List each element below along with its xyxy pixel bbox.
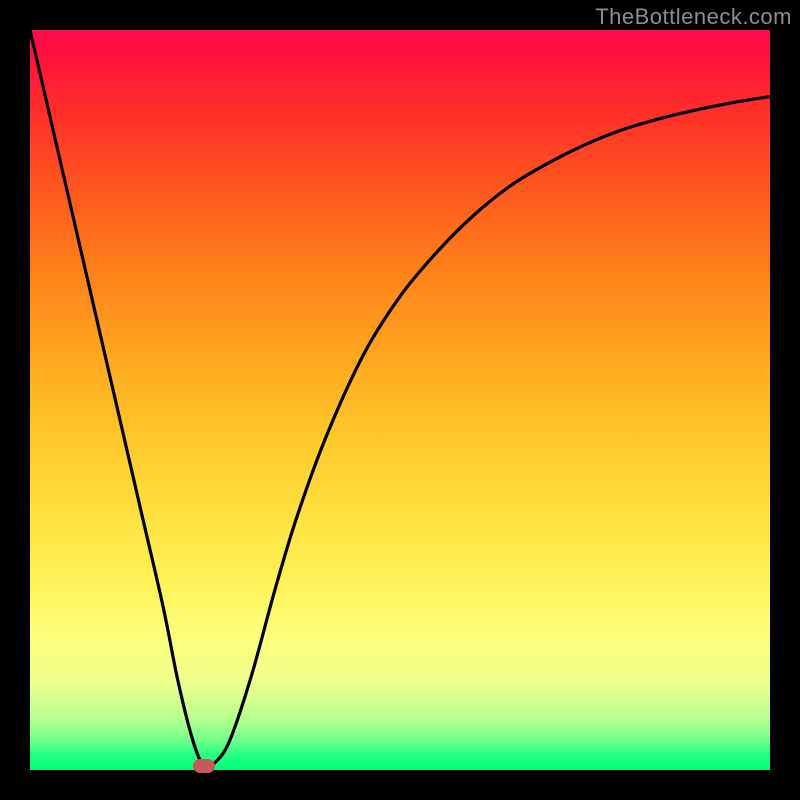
minimum-marker: [193, 759, 215, 773]
chart-frame: TheBottleneck.com: [0, 0, 800, 800]
bottleneck-curve: [30, 30, 770, 768]
watermark-text: TheBottleneck.com: [595, 4, 792, 30]
plot-area: [30, 30, 770, 770]
curve-layer: [30, 30, 770, 770]
